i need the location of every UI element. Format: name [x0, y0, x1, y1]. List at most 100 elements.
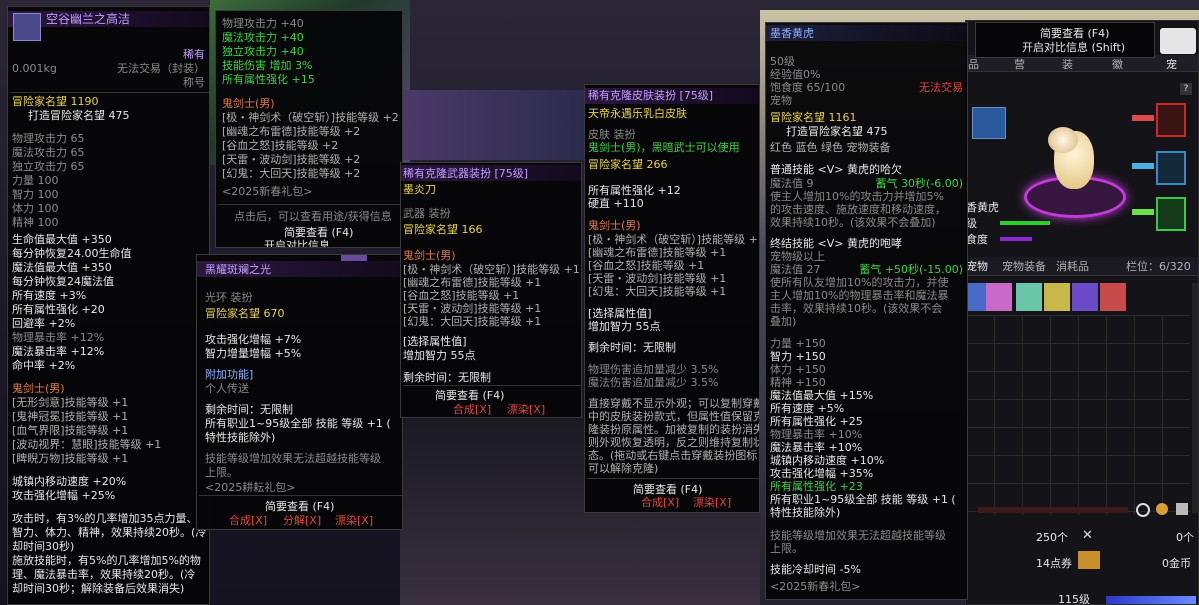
slot-blue[interactable]: [1156, 151, 1186, 185]
job-label: 鬼剑士(男): [588, 219, 641, 232]
skill-line: [波动视界：慧眼]技能等级 +1: [12, 438, 162, 451]
pet-food-label: 食度: [966, 233, 988, 246]
remaining-time: 剩余时间：无限制: [403, 371, 491, 384]
tooltip-title-item: 空谷幽兰之高洁 稀有 0.001kg 无法交易（封装） 称号 冒险家名望 119…: [7, 6, 210, 605]
pet-type: 宠物: [770, 94, 792, 107]
pack-label: <2025耕耘礼包>: [205, 481, 296, 494]
item-type: 皮肤 装扮: [588, 128, 636, 141]
skill-req: 宠物级以上: [770, 250, 825, 263]
coupon-icon: [1078, 551, 1100, 569]
arrow-red-icon: [1132, 115, 1154, 121]
search-icon[interactable]: [1136, 503, 1150, 517]
pet-tab-fragment[interactable]: 品: [968, 58, 979, 71]
stat-line: 物理攻击力 65: [12, 132, 85, 145]
fame2: 打造冒险家名望 475: [28, 109, 130, 122]
all-job-bonus-2: 特性技能除外): [770, 506, 841, 519]
stat-line: 物理暴击率 +10%: [770, 428, 863, 441]
skill-desc: 叠加): [770, 315, 797, 328]
stat-line: 智力 100: [12, 188, 59, 201]
inventory-slot[interactable]: [1016, 283, 1042, 311]
skill-line: [谷血之怒]技能等级 +2: [222, 139, 339, 152]
skill-desc: 主人增加10%的物理暴击率和魔法暴: [770, 289, 949, 302]
compare-info-button[interactable]: 开启对比信息: [264, 237, 330, 247]
inventory-slot[interactable]: [986, 283, 1012, 311]
coupon-value: 14点券: [1036, 557, 1072, 570]
mp-bar: [1106, 596, 1196, 604]
choice-title: [选择属性值]: [403, 335, 467, 348]
stat-line: 回避率 +2%: [12, 317, 76, 330]
all-job-bonus: 所有职业1~95级全部 技能 等级 +1 (: [205, 417, 391, 430]
inventory-slot[interactable]: [1044, 283, 1070, 311]
compare-info-label: 开启对比信息 (Shift): [1022, 41, 1126, 54]
note-line: 上限。: [205, 466, 238, 479]
slot-red[interactable]: [1156, 103, 1186, 137]
remaining-time: 剩余时间：无限制: [588, 341, 676, 354]
stat-line: 魔法攻击力 +40: [222, 31, 304, 44]
pet-tab-fragment[interactable]: 宠: [1166, 58, 1177, 71]
stat-line: 技能伤害 增加 3%: [222, 59, 313, 72]
tab-pet[interactable]: 宠物: [966, 260, 988, 273]
compose-button[interactable]: 合成[X]: [229, 512, 267, 528]
aura-icon: [341, 255, 367, 261]
click-hint: 点击后，可以查看用途/获得信息: [234, 210, 392, 223]
skill-line: [谷血之怒]技能等级 +1: [403, 289, 520, 302]
stat-line: 魔法攻击力 65: [12, 146, 85, 159]
skill-line: [天雷・波动剑]技能等级 +1: [588, 272, 727, 285]
arrow-blue-icon: [1132, 163, 1154, 169]
tooltip-skin-avatar: 稀有克隆皮肤装扮 [75级] 天帝永遇乐乳白皮肤 皮肤 装扮 鬼剑士(男)，黑暗…: [584, 84, 760, 513]
inventory-row: [966, 283, 1198, 313]
tooltip-aura: 黑耀斑斓之光 光环 装扮 冒险家名望 670 攻击强化增幅 +7% 智力增量增幅…: [196, 254, 403, 530]
item-type: 光环 装扮: [205, 291, 253, 304]
pet-exp: 经验值0%: [770, 68, 821, 81]
tooltip-weapon-avatar: 稀有克隆武器装扮 [75级] 墨炎刀 武器 装扮 冒险家名望 166 鬼剑士(男…: [400, 162, 582, 418]
desc-line: 隆装扮原属性。加被复制的装扮消失: [588, 423, 760, 436]
dye-button[interactable]: 漂染[X]: [693, 494, 731, 510]
exp-bar: [1000, 221, 1050, 225]
compose-button[interactable]: 合成[X]: [453, 401, 491, 417]
pet-tab-fragment[interactable]: 营: [1014, 58, 1025, 71]
dye-button[interactable]: 漂染[X]: [335, 512, 373, 528]
disassemble-button[interactable]: 分解[X]: [283, 512, 321, 528]
food-bar: [1000, 237, 1032, 241]
skill-mp: 魔法值 9: [770, 177, 814, 190]
item-title: 稀有克隆皮肤装扮 [75级]: [588, 89, 714, 102]
pet-name-label: 香黄虎: [966, 201, 999, 214]
tab-pet-equip[interactable]: 宠物装备: [1002, 260, 1046, 273]
compose-button[interactable]: 合成[X]: [641, 494, 679, 510]
pet-level: 50级: [770, 55, 795, 68]
slot-count: 栏位：6/320: [1126, 260, 1191, 273]
scrollbar[interactable]: [1192, 283, 1198, 513]
equip-slots: 红色 蓝色 绿色 宠物装备: [770, 141, 891, 154]
stat-line: 硬直 +110: [588, 197, 644, 210]
gear-icon[interactable]: [1156, 503, 1168, 515]
help-icon[interactable]: ?: [1180, 83, 1192, 95]
skill-line: [极・神剑术（破空斩）]技能等级 +1: [588, 233, 760, 246]
dye-button[interactable]: 漂染[X]: [507, 401, 545, 417]
divider: [403, 385, 581, 386]
skill-desc: 击率，效果持续10秒。(该效果不会: [770, 302, 943, 315]
stat-line: 每分钟恢复24.00生命值: [12, 247, 132, 260]
pet-tab-fragment[interactable]: 徽: [1112, 58, 1123, 71]
note-line: 技能等级增加效果无法超越技能等级: [205, 452, 381, 465]
inventory-slot[interactable]: [1100, 283, 1126, 311]
compare-header[interactable]: 简要查看 (F4) 开启对比信息 (Shift): [975, 22, 1155, 58]
slot-green[interactable]: [1156, 197, 1186, 231]
atk-boost: 攻击强化增幅 +25%: [12, 489, 116, 502]
skill-title: 终结技能 <V> 黄虎的咆哮: [770, 237, 902, 250]
item-title: 黑耀斑斓之光: [205, 263, 271, 276]
close-icon[interactable]: ✕: [1082, 529, 1096, 543]
fame: 冒险家名望 670: [205, 307, 285, 320]
inventory-slot[interactable]: [1072, 283, 1098, 311]
pet-food: 饱食度 65/100: [770, 81, 846, 94]
divider: [587, 478, 759, 479]
tab-consumables[interactable]: 消耗品: [1056, 260, 1089, 273]
pet-tab-fragment[interactable]: 装: [1062, 58, 1073, 71]
sort-icon[interactable]: [1176, 503, 1188, 515]
job-label: 鬼剑士(男): [222, 97, 275, 110]
skill-line: [幽魂之布雷德]技能等级 +1: [403, 276, 542, 289]
item-icon: [13, 13, 41, 41]
item-title: 空谷幽兰之高洁: [46, 12, 131, 26]
item-title: 稀有克隆武器装扮 [75级]: [403, 167, 529, 180]
usable-job: 鬼剑士(男)，黑暗武士可以使用: [588, 141, 740, 154]
stat-line: 所有属性强化 +12: [588, 184, 681, 197]
